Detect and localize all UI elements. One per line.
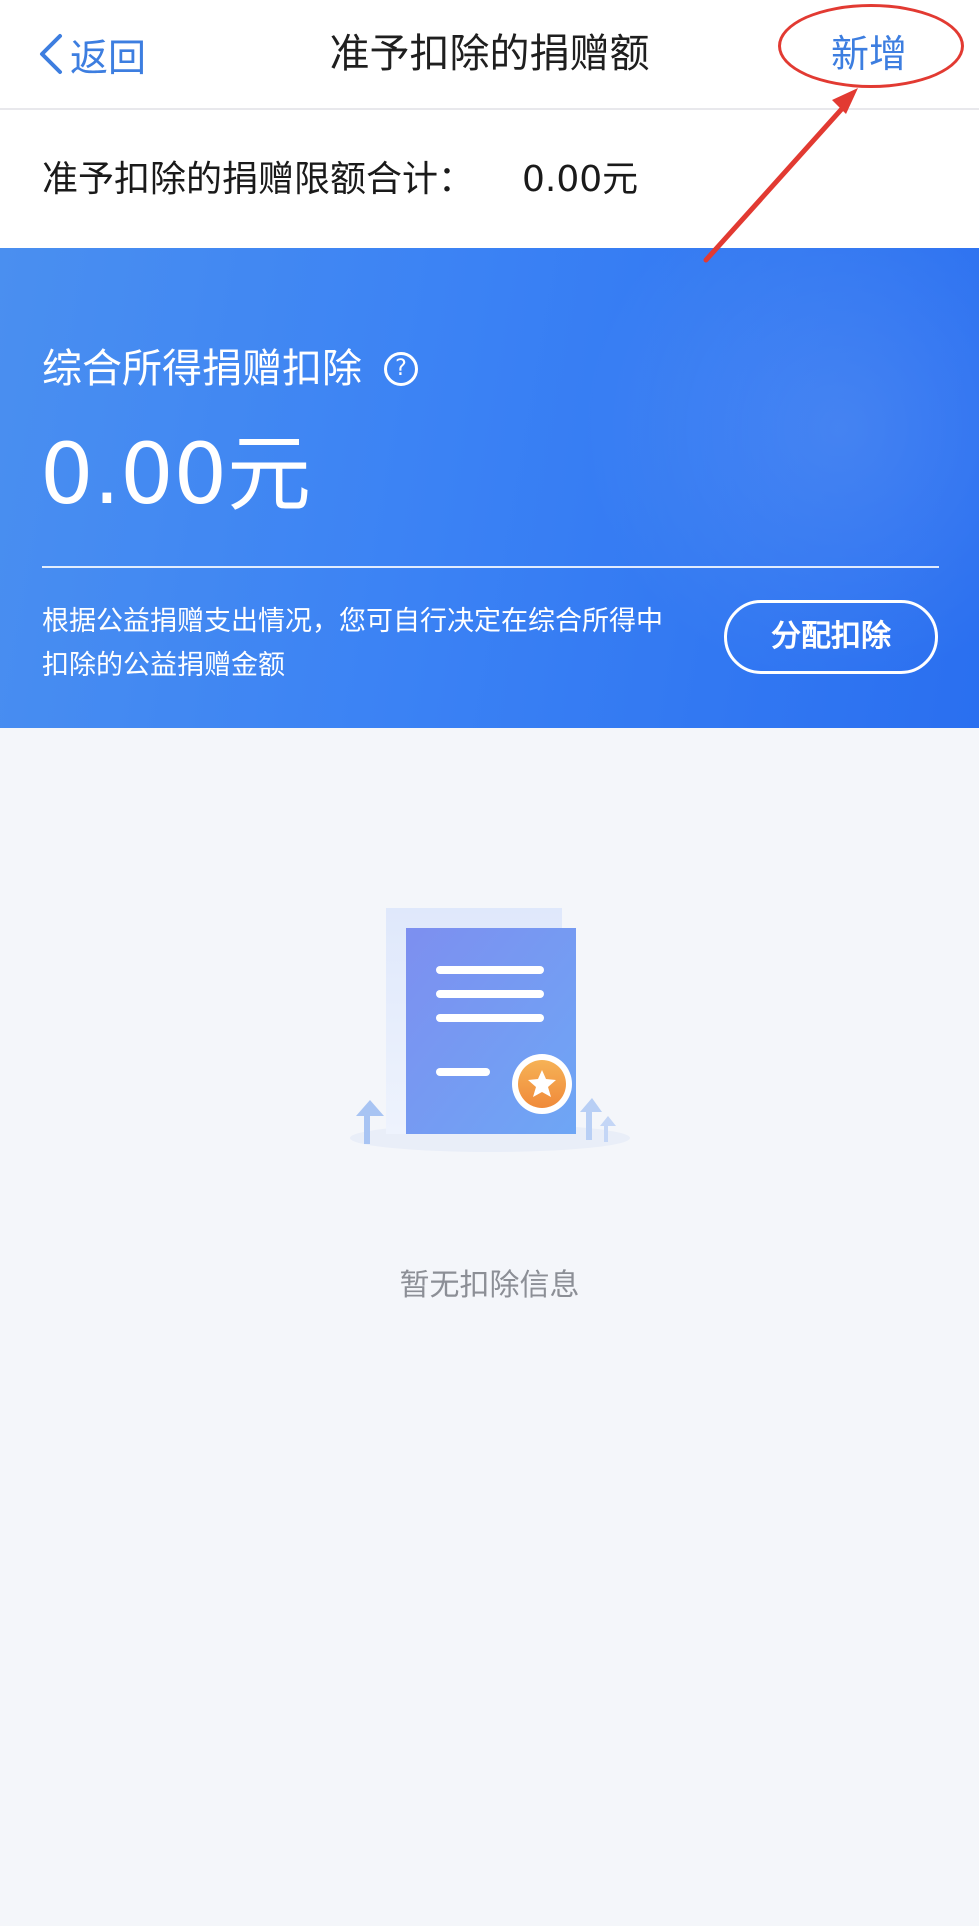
allocate-deduction-button[interactable]: 分配扣除 bbox=[724, 600, 938, 674]
card-title-text: 综合所得捐赠扣除 bbox=[42, 346, 362, 392]
card-divider bbox=[42, 566, 939, 568]
certificate-star-icon bbox=[350, 908, 630, 1152]
deduction-amount: 0.00元 bbox=[40, 425, 312, 523]
limit-total-label: 准予扣除的捐赠限额合计： bbox=[42, 159, 475, 200]
deduction-summary-card: 综合所得捐赠扣除 ? 0.00元 根据公益捐赠支出情况，您可自行决定在综合所得中… bbox=[0, 248, 979, 728]
question-circle-icon[interactable]: ? bbox=[384, 352, 418, 386]
card-title: 综合所得捐赠扣除 ? bbox=[42, 344, 418, 394]
annotation-ellipse bbox=[778, 4, 964, 88]
limit-total-row: 准予扣除的捐赠限额合计： 0.00元 bbox=[0, 110, 979, 248]
limit-total-value: 0.00元 bbox=[522, 159, 639, 200]
empty-state-text: 暂无扣除信息 bbox=[399, 1268, 580, 1303]
card-description: 根据公益捐赠支出情况，您可自行决定在综合所得中扣除的公益捐赠金额 bbox=[42, 606, 663, 681]
